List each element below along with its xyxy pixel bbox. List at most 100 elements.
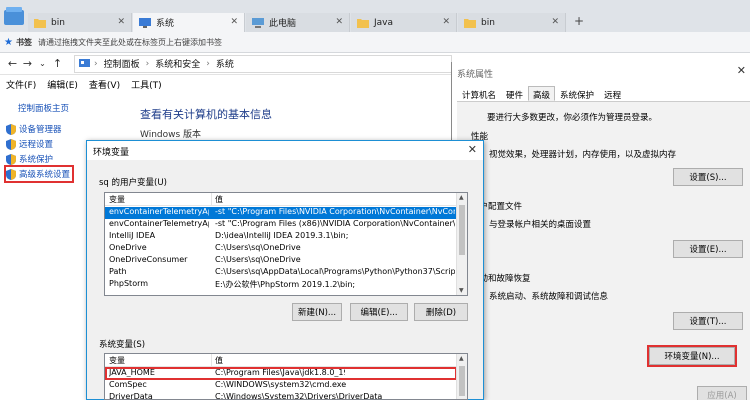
- table-row[interactable]: PhpStorm E:\办公软件\PhpStorm 2019.1.2\bin;: [105, 279, 457, 291]
- tab-computer-name[interactable]: 计算机名: [457, 86, 501, 101]
- menu-tools[interactable]: 工具(T): [131, 78, 162, 91]
- control-panel-home-link[interactable]: 控制面板主页: [18, 102, 69, 114]
- vertical-scrollbar[interactable]: ▲ ▼: [456, 193, 467, 295]
- close-tab-icon[interactable]: ✕: [335, 17, 343, 27]
- profiles-settings-button[interactable]: 设置(E)...: [673, 240, 743, 258]
- column-header-name[interactable]: 变量: [109, 194, 125, 205]
- menu-view[interactable]: 查看(V): [89, 78, 120, 91]
- menu-file[interactable]: 文件(F): [6, 78, 36, 91]
- tab-label: bin: [51, 17, 65, 28]
- variable-value: D:\idea\IntelliJ IDEA 2019.3.1\bin;: [215, 231, 349, 240]
- table-row[interactable]: envContainerTelemetryApi... -st "C:\Prog…: [105, 207, 457, 219]
- delete-user-variable-button[interactable]: 删除(D): [414, 303, 468, 321]
- variable-value: -st "C:\Program Files\NVIDIA Corporation…: [215, 207, 455, 216]
- page-title: 查看有关计算机的基本信息: [140, 108, 272, 121]
- variable-name: envContainerTelemetryApi...: [109, 207, 209, 216]
- column-header-value[interactable]: 值: [215, 194, 223, 205]
- group-desc: 系统启动、系统故障和调试信息: [489, 292, 609, 302]
- computer-icon: [252, 17, 264, 28]
- sidebar-item-label: 远程设置: [19, 140, 54, 150]
- new-user-variable-button[interactable]: 新建(N)...: [292, 303, 342, 321]
- bookmarks-hint: 请通过拖拽文件夹至此处或在标签页上右键添加书签: [37, 37, 222, 47]
- sidebar-item-advanced-system-settings[interactable]: 高级系统设置: [3, 165, 75, 183]
- bookmarks-bar: ★ 书签 请通过拖拽文件夹至此处或在标签页上右键添加书签: [0, 32, 750, 53]
- variable-name: ComSpec: [109, 380, 147, 389]
- table-row[interactable]: Path C:\Users\sq\AppData\Local\Programs\…: [105, 267, 457, 279]
- close-icon[interactable]: ✕: [737, 64, 746, 77]
- table-row[interactable]: ComSpec C:\WINDOWS\system32\cmd.exe: [105, 380, 457, 392]
- apply-button[interactable]: 应用(A): [697, 386, 747, 400]
- breadcrumb[interactable]: › 控制面板 › 系统和安全 › 系统: [74, 54, 452, 73]
- variable-value: C:\Program Files\Java\jdk1.8.0_191: [215, 368, 345, 377]
- column-header-name[interactable]: 变量: [109, 355, 125, 366]
- table-row[interactable]: OneDrive C:\Users\sq\OneDrive: [105, 243, 457, 255]
- scroll-thumb[interactable]: [459, 205, 465, 255]
- close-tab-icon[interactable]: ✕: [442, 17, 450, 27]
- sidebar-item-label: 高级系统设置: [19, 170, 71, 180]
- control-panel-icon: [79, 59, 90, 67]
- sidebar-item-device-manager[interactable]: 设备管理器: [6, 122, 62, 136]
- folder-icon: [464, 18, 476, 28]
- address-bar: ← → ⌄ ↑ › 控制面板 › 系统和安全 › 系统: [0, 53, 452, 75]
- windows-version-label: Windows 版本: [140, 130, 202, 140]
- scroll-thumb[interactable]: [459, 366, 465, 396]
- back-arrow-icon[interactable]: ←: [6, 57, 19, 70]
- up-arrow-icon[interactable]: ↑: [51, 57, 64, 70]
- table-row-java-home[interactable]: JAVA_HOME C:\Program Files\Java\jdk1.8.0…: [105, 367, 457, 380]
- dialog-title: 系统属性: [457, 70, 494, 80]
- new-tab-button[interactable]: +: [574, 14, 584, 28]
- bookmark-star-icon: ★: [4, 36, 13, 48]
- table-row[interactable]: OneDriveConsumer C:\Users\sq\OneDrive: [105, 255, 457, 267]
- breadcrumb-control-panel[interactable]: 控制面板: [104, 57, 140, 70]
- environment-variables-button[interactable]: 环境变量(N)...: [647, 345, 737, 367]
- scroll-up-icon[interactable]: ▲: [459, 194, 464, 201]
- tab-hardware[interactable]: 硬件: [501, 86, 528, 101]
- variable-value: C:\Users\sq\AppData\Local\Programs\Pytho…: [215, 267, 455, 276]
- performance-settings-button[interactable]: 设置(S)...: [673, 168, 743, 186]
- variable-name: OneDriveConsumer: [109, 255, 188, 264]
- scroll-up-icon[interactable]: ▲: [459, 355, 464, 362]
- tab-advanced[interactable]: 高级: [528, 86, 556, 101]
- sidebar-item-system-protection[interactable]: 系统保护: [6, 152, 53, 166]
- table-row[interactable]: DriverData C:\Windows\System32\Drivers\D…: [105, 392, 457, 399]
- close-tab-icon[interactable]: ✕: [117, 17, 125, 27]
- tab-label: 此电脑: [269, 19, 297, 29]
- sidebar-item-label: 设备管理器: [19, 125, 62, 135]
- tab-label: 系统: [156, 19, 175, 29]
- table-row[interactable]: IntelliJ IDEA D:\idea\IntelliJ IDEA 2019…: [105, 231, 457, 243]
- forward-arrow-icon[interactable]: →: [21, 57, 34, 70]
- variable-name: IntelliJ IDEA: [109, 231, 156, 240]
- breadcrumb-system-security[interactable]: 系统和安全: [155, 57, 200, 70]
- startup-settings-button[interactable]: 设置(T)...: [673, 312, 743, 330]
- variable-name: envContainerTelemetryApi...: [109, 219, 209, 228]
- table-row[interactable]: envContainerTelemetryApi... -st "C:\Prog…: [105, 219, 457, 231]
- vertical-scrollbar[interactable]: ▲: [456, 354, 467, 399]
- scroll-down-icon[interactable]: ▼: [459, 287, 464, 294]
- edit-user-variable-button[interactable]: 编辑(E)...: [350, 303, 408, 321]
- tab-system-protection[interactable]: 系统保护: [555, 86, 599, 101]
- variable-value: -st "C:\Program Files (x86)\NVIDIA Corpo…: [215, 219, 455, 228]
- tab-this-pc[interactable]: 此电脑 ✕: [246, 13, 350, 32]
- history-dropdown-icon[interactable]: ⌄: [36, 59, 49, 68]
- close-tab-icon[interactable]: ✕: [230, 17, 238, 27]
- close-icon[interactable]: ✕: [468, 143, 477, 156]
- column-header-value[interactable]: 值: [215, 355, 223, 366]
- close-tab-icon[interactable]: ✕: [551, 17, 559, 27]
- tab-system[interactable]: 系统 ✕: [133, 13, 245, 32]
- sidebar-item-label: 系统保护: [19, 155, 54, 165]
- startup-recovery-group: 启动和故障恢复 系统启动、系统故障和调试信息 设置(T)...: [471, 272, 750, 342]
- tab-java[interactable]: Java ✕: [351, 13, 457, 32]
- shield-icon: [6, 123, 16, 135]
- menu-bar: 文件(F) 编辑(E) 查看(V) 工具(T): [0, 76, 452, 92]
- folder-icon: [357, 18, 369, 28]
- tab-bin-1[interactable]: bin ✕: [28, 13, 132, 32]
- admin-note: 要进行大多数更改，你必须作为管理员登录。: [487, 113, 658, 123]
- breadcrumb-system[interactable]: 系统: [216, 57, 234, 70]
- menu-edit[interactable]: 编辑(E): [47, 78, 78, 91]
- tab-remote[interactable]: 远程: [599, 86, 626, 101]
- tab-bin-2[interactable]: bin ✕: [458, 13, 566, 32]
- table-header: 变量 值: [105, 354, 457, 367]
- sidebar-item-remote-settings[interactable]: 远程设置: [6, 137, 53, 151]
- group-desc: 与登录帐户相关的桌面设置: [489, 220, 592, 230]
- shield-icon: [6, 153, 16, 165]
